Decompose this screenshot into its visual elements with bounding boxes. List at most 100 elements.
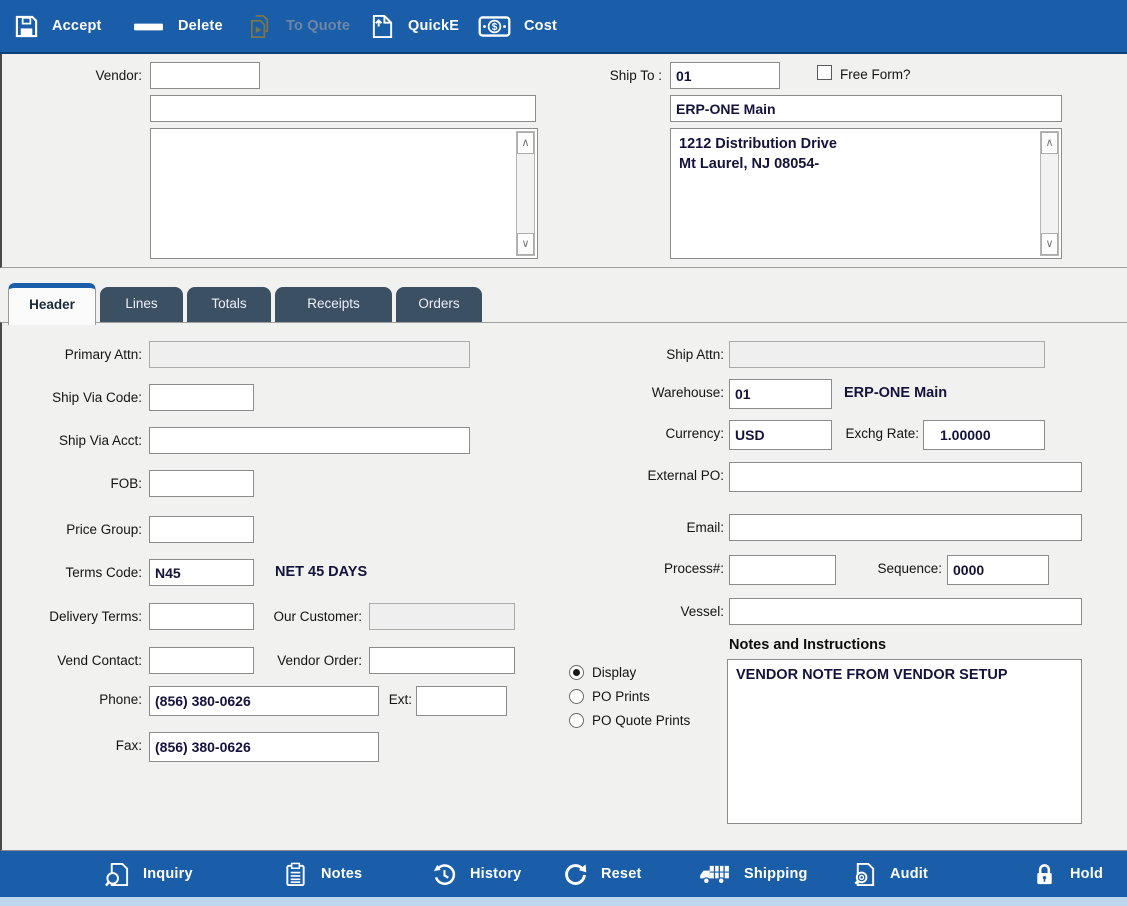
cost-label: Cost <box>524 18 557 34</box>
delete-label: Delete <box>178 18 223 34</box>
ship-via-acct-input[interactable] <box>149 427 470 454</box>
notes-text: VENDOR NOTE FROM VENDOR SETUP <box>736 665 1073 685</box>
phone-label: Phone: <box>12 692 142 707</box>
vessel-label: Vessel: <box>577 604 724 619</box>
tab-header[interactable]: Header <box>8 283 96 325</box>
audit-magnifier-icon <box>852 862 877 887</box>
vendor-order-input[interactable] <box>369 647 515 674</box>
shipping-label: Shipping <box>744 866 808 882</box>
ship-attn-label: Ship Attn: <box>577 347 724 362</box>
vendor-code-input[interactable] <box>150 62 260 89</box>
price-group-input[interactable] <box>149 516 254 543</box>
audit-label: Audit <box>890 866 928 882</box>
sequence-label: Sequence: <box>859 561 942 576</box>
vend-contact-input[interactable] <box>149 647 254 674</box>
free-form-checkbox[interactable] <box>817 65 832 80</box>
quicke-button[interactable]: QuickE <box>370 0 459 52</box>
process-num-input[interactable] <box>729 555 836 585</box>
ship-to-address-text: 1212 Distribution Drive Mt Laurel, NJ 08… <box>679 134 1035 175</box>
accept-button[interactable]: Accept <box>14 0 102 52</box>
inquiry-button[interactable]: Inquiry <box>105 851 193 897</box>
status-strip <box>0 897 1127 906</box>
exchg-rate-label: Exchg Rate: <box>829 426 919 441</box>
radio-display-label: Display <box>592 665 636 680</box>
vendor-label: Vendor: <box>32 68 142 83</box>
delete-button[interactable]: Delete <box>132 0 223 52</box>
scroll-down-icon[interactable]: ∨ <box>517 233 534 255</box>
process-num-label: Process#: <box>577 561 724 576</box>
cost-button[interactable]: $ Cost <box>478 0 557 52</box>
ship-to-address-box[interactable]: 1212 Distribution Drive Mt Laurel, NJ 08… <box>670 128 1062 259</box>
shipping-button[interactable]: Shipping <box>698 851 808 897</box>
notes-button[interactable]: Notes <box>283 851 362 897</box>
ship-via-acct-label: Ship Via Acct: <box>12 433 142 448</box>
currency-input[interactable] <box>729 420 832 450</box>
reset-button[interactable]: Reset <box>563 851 642 897</box>
reset-label: Reset <box>601 866 642 882</box>
radio-display[interactable] <box>569 665 584 680</box>
radio-po-prints-label: PO Prints <box>592 689 650 704</box>
currency-label: Currency: <box>577 426 724 441</box>
vendor-address-scrollbar[interactable]: ∧ ∨ <box>516 131 535 256</box>
vend-contact-label: Vend Contact: <box>12 653 142 668</box>
top-toolbar: Accept Delete To Quote QuickE $ Cost <box>0 0 1127 54</box>
history-label: History <box>470 866 521 882</box>
ext-input[interactable] <box>416 686 507 716</box>
external-po-label: External PO: <box>577 468 724 483</box>
ship-via-code-input[interactable] <box>149 384 254 411</box>
email-input[interactable] <box>729 514 1082 541</box>
to-quote-label: To Quote <box>286 18 350 34</box>
price-group-label: Price Group: <box>12 522 142 537</box>
radio-po-prints[interactable] <box>569 689 584 704</box>
history-clock-icon <box>432 862 457 887</box>
delivery-terms-label: Delivery Terms: <box>12 609 142 624</box>
vendor-name-input[interactable] <box>150 95 536 122</box>
radio-po-quote-prints[interactable] <box>569 713 584 728</box>
ship-to-name-input[interactable] <box>670 95 1062 122</box>
notes-box[interactable]: VENDOR NOTE FROM VENDOR SETUP <box>727 659 1082 824</box>
ship-to-address-scrollbar[interactable]: ∧ ∨ <box>1040 131 1059 256</box>
warehouse-description-text: ERP-ONE Main <box>844 385 947 401</box>
tab-totals[interactable]: Totals <box>187 287 271 323</box>
svg-text:$: $ <box>492 22 498 33</box>
ship-to-code-input[interactable] <box>670 62 780 89</box>
vendor-shipto-panel: Vendor: ∧ ∨ Ship To : Free Form? 1212 Di… <box>0 54 1127 268</box>
phone-input[interactable] <box>149 686 379 716</box>
scroll-up-icon[interactable]: ∧ <box>517 132 534 154</box>
terms-code-input[interactable] <box>149 559 254 586</box>
tab-receipts[interactable]: Receipts <box>275 287 392 323</box>
ship-via-code-label: Ship Via Code: <box>12 390 142 405</box>
radio-po-quote-prints-label: PO Quote Prints <box>592 713 690 728</box>
tab-orders[interactable]: Orders <box>396 287 482 323</box>
accept-label: Accept <box>52 18 102 34</box>
delivery-terms-input[interactable] <box>149 603 254 630</box>
sequence-input[interactable] <box>947 555 1049 585</box>
hold-button[interactable]: Hold <box>1032 851 1103 897</box>
warehouse-input[interactable] <box>729 379 832 409</box>
fob-label: FOB: <box>12 476 142 491</box>
fob-input[interactable] <box>149 470 254 497</box>
scroll-up-icon[interactable]: ∧ <box>1041 132 1058 154</box>
audit-button[interactable]: Audit <box>852 851 928 897</box>
cost-dollar-icon: $ <box>478 16 511 37</box>
history-button[interactable]: History <box>432 851 521 897</box>
exchg-rate-input[interactable] <box>923 420 1045 450</box>
hold-label: Hold <box>1070 866 1103 882</box>
vessel-input[interactable] <box>729 598 1082 625</box>
po-entry-window: Accept Delete To Quote QuickE $ Cost <box>0 0 1127 906</box>
our-customer-label: Our Customer: <box>257 609 362 624</box>
vendor-address-box[interactable]: ∧ ∨ <box>150 128 538 259</box>
scroll-down-icon[interactable]: ∨ <box>1041 233 1058 255</box>
tab-lines[interactable]: Lines <box>100 287 183 323</box>
vendor-order-label: Vendor Order: <box>257 653 362 668</box>
ext-label: Ext: <box>388 692 412 707</box>
quicke-label: QuickE <box>408 18 459 34</box>
ship-attn-input <box>729 341 1045 368</box>
ship-to-label: Ship To : <box>577 68 662 83</box>
notes-label: Notes <box>321 866 362 882</box>
notes-title: Notes and Instructions <box>729 637 886 653</box>
to-quote-button: To Quote <box>248 0 350 52</box>
external-po-input[interactable] <box>729 462 1082 492</box>
reset-arrow-icon <box>563 862 588 887</box>
fax-input[interactable] <box>149 732 379 762</box>
